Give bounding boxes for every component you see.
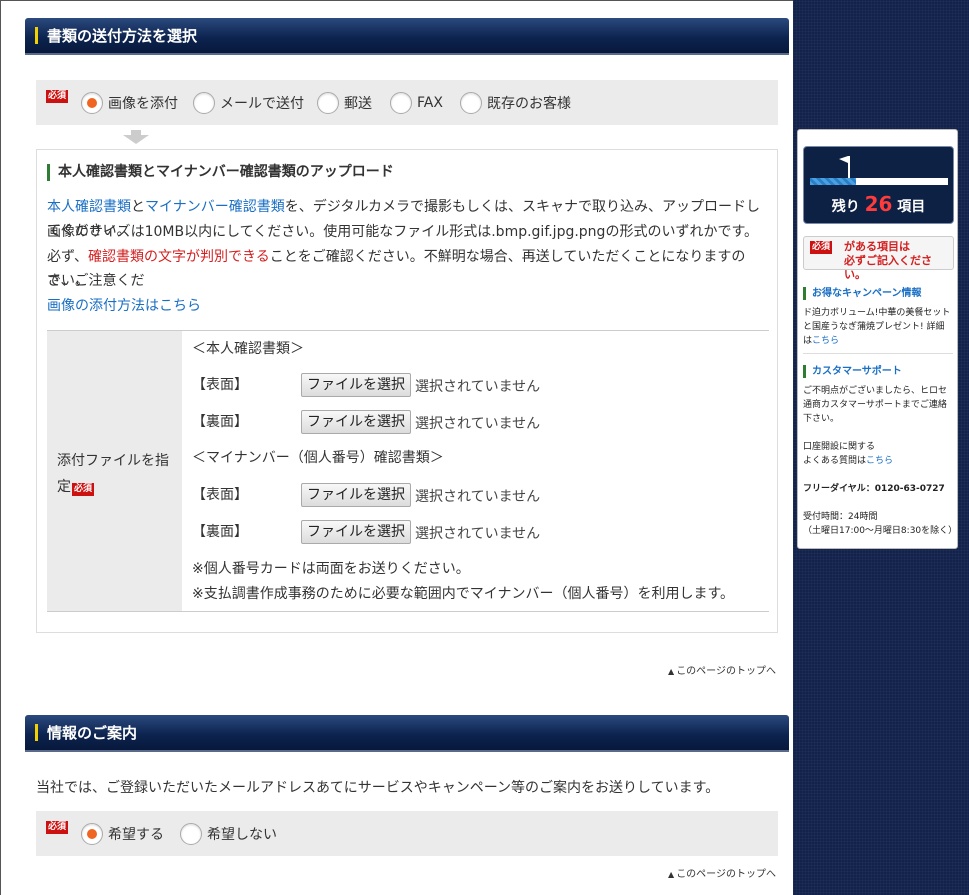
support-text: ご不明点がございましたら、ヒロセ通商カスタマーサポートまでご連絡下さい。	[803, 386, 948, 424]
front-label: 【表面】	[192, 377, 248, 393]
arrow-down-icon	[123, 130, 149, 144]
radio-label: 既存のお客様	[487, 96, 571, 112]
radio-button[interactable]	[460, 92, 482, 114]
upload-title: 本人確認書類とマイナンバー確認書類のアップロード	[47, 164, 394, 181]
radio-label: 希望しない	[207, 827, 277, 843]
upload-description-line2: 画像のサイズは10MB以内にしてください。使用可能なファイル形式は.bmp.gi…	[47, 224, 759, 240]
choose-file-button-mynumber-front[interactable]: ファイルを選択	[301, 483, 411, 507]
faq-text: よくある質問は	[803, 456, 867, 466]
method-radio-group: 必須 画像を添付 メールで送付 郵送 FAX 既存のお客様	[36, 80, 778, 125]
upload-panel: 本人確認書類とマイナンバー確認書類のアップロード 本人確認書類とマイナンバー確認…	[36, 149, 778, 633]
required-warning: 必須 がある項目は 必ずご記入ください。	[803, 236, 954, 281]
section-title: 情報のご案内	[47, 724, 138, 742]
campaign-link[interactable]: こちら	[812, 336, 839, 346]
note-both-sides: ※個人番号カードは両面をお送りください。	[192, 561, 470, 577]
header-accent-bar	[35, 724, 38, 741]
radio-option-fax[interactable]: FAX	[390, 91, 443, 115]
flag-icon	[839, 156, 850, 178]
triangle-up-icon: ▲	[668, 667, 675, 676]
desc-text: と	[131, 199, 145, 215]
remaining-counter: 残り 26 項目	[803, 146, 954, 224]
upload-description-line3-cont: さい。	[47, 273, 89, 289]
remaining-count: 26	[864, 192, 893, 216]
radio-button[interactable]	[193, 92, 215, 114]
choose-file-button-id-back[interactable]: ファイルを選択	[301, 410, 411, 434]
faq-line2: よくある質問はこちら	[803, 454, 953, 468]
file-inputs: ＜本人確認書類＞ 【表面】 ファイルを選択 選択されていません 【裏面】 ファイ…	[192, 331, 762, 611]
desc-text: 必ず、	[47, 249, 89, 265]
radio-option-mail[interactable]: 郵送	[317, 91, 372, 115]
radio-label: 希望する	[108, 827, 164, 843]
page-top-text: このページのトップへ	[676, 666, 776, 677]
remaining-text: 残り 26 項目	[804, 192, 953, 216]
required-badge: 必須	[72, 483, 95, 496]
remaining-suffix: 項目	[897, 199, 926, 215]
file-status: 選択されていません	[415, 379, 541, 395]
radio-label: 画像を添付	[108, 96, 178, 112]
how-to-attach-link[interactable]: 画像の添付方法はこちら	[47, 294, 767, 318]
file-status: 選択されていません	[415, 416, 541, 432]
hours-line1: 受付時間：24時間	[803, 512, 878, 522]
front-label: 【表面】	[192, 487, 248, 503]
triangle-up-icon: ▲	[668, 870, 675, 879]
page-top-text: このページのトップへ	[676, 869, 776, 880]
faq-line1: 口座開設に関する	[803, 442, 876, 452]
main-content: 書類の送付方法を選択 必須 画像を添付 メールで送付 郵送 FAX 既存のお客様	[0, 0, 793, 895]
header-accent-bar	[35, 27, 38, 44]
required-badge: 必須	[46, 821, 69, 834]
divider	[803, 353, 953, 354]
campaign-text: ド迫力ボリューム!中華の美餐セットと国産うなぎ蒲焼プレゼント! 詳細はこちら	[803, 306, 953, 348]
note-usage: ※支払調書作成事務のために必要な範囲内でマイナンバー（個人番号）を利用します。	[192, 586, 735, 602]
warning-line1: がある項目は	[844, 240, 910, 253]
section-title: 書類の送付方法を選択	[47, 27, 198, 45]
id-document-link[interactable]: 本人確認書類	[47, 199, 131, 215]
sidebar: 残り 26 項目 必須 がある項目は 必ずご記入ください。 お得なキャンペーン情…	[797, 129, 958, 549]
group-label-mynumber: ＜マイナンバー（個人番号）確認書類＞	[192, 450, 444, 466]
radio-option-email[interactable]: メールで送付	[193, 91, 304, 115]
radio-option-wish[interactable]: 希望する	[81, 822, 164, 846]
radio-button[interactable]	[81, 823, 103, 845]
radio-button[interactable]	[390, 92, 412, 114]
group-label-id: ＜本人確認書類＞	[192, 341, 304, 357]
radio-option-image[interactable]: 画像を添付	[81, 91, 178, 115]
warning-text: 確認書類の文字が判別できる	[88, 249, 270, 265]
radio-button[interactable]	[180, 823, 202, 845]
field-label: 添付ファイルを指定 必須	[57, 448, 172, 500]
support-heading[interactable]: カスタマーサポート	[803, 365, 902, 378]
page-top-link[interactable]: ▲ このページのトップへ	[668, 865, 776, 880]
mynumber-document-link[interactable]: マイナンバー確認書類	[145, 199, 285, 215]
radio-label: 郵送	[344, 96, 372, 112]
faq-link[interactable]: こちら	[866, 456, 893, 466]
radio-option-no-wish[interactable]: 希望しない	[180, 822, 277, 846]
radio-label: FAX	[417, 95, 443, 111]
section-header-info: 情報のご案内	[25, 715, 789, 752]
back-label: 【裏面】	[192, 524, 248, 540]
back-label: 【裏面】	[192, 414, 248, 430]
file-status: 選択されていません	[415, 526, 541, 542]
required-badge: 必須	[810, 241, 833, 254]
info-radio-group: 必須 希望する 希望しない	[36, 811, 778, 856]
choose-file-button-id-front[interactable]: ファイルを選択	[301, 373, 411, 397]
page-top-link[interactable]: ▲ このページのトップへ	[668, 662, 776, 677]
field-label-cell: 添付ファイルを指定 必須	[47, 331, 182, 611]
radio-label: メールで送付	[220, 96, 304, 112]
radio-button[interactable]	[81, 92, 103, 114]
radio-option-existing[interactable]: 既存のお客様	[460, 91, 571, 115]
free-dial: フリーダイヤル：0120-63-0727	[803, 484, 945, 494]
campaign-heading[interactable]: お得なキャンペーン情報	[803, 287, 922, 300]
warning-line2: 必ずご記入ください。	[844, 254, 932, 281]
info-description: 当社では、ご登録いただいたメールアドレスあてにサービスやキャンペーン等のご案内を…	[36, 780, 720, 796]
progress-fill	[810, 178, 856, 185]
section-header-document-method: 書類の送付方法を選択	[25, 18, 789, 55]
progress-bar	[810, 178, 948, 185]
radio-button[interactable]	[317, 92, 339, 114]
remaining-prefix: 残り	[831, 199, 860, 215]
required-badge: 必須	[46, 90, 69, 103]
choose-file-button-mynumber-back[interactable]: ファイルを選択	[301, 520, 411, 544]
hours-line2: （土曜日17:00～月曜日8:30を除く）	[803, 526, 958, 536]
file-status: 選択されていません	[415, 489, 541, 505]
file-attach-table: 添付ファイルを指定 必須 ＜本人確認書類＞ 【表面】 ファイルを選択 選択されてい…	[47, 330, 769, 612]
